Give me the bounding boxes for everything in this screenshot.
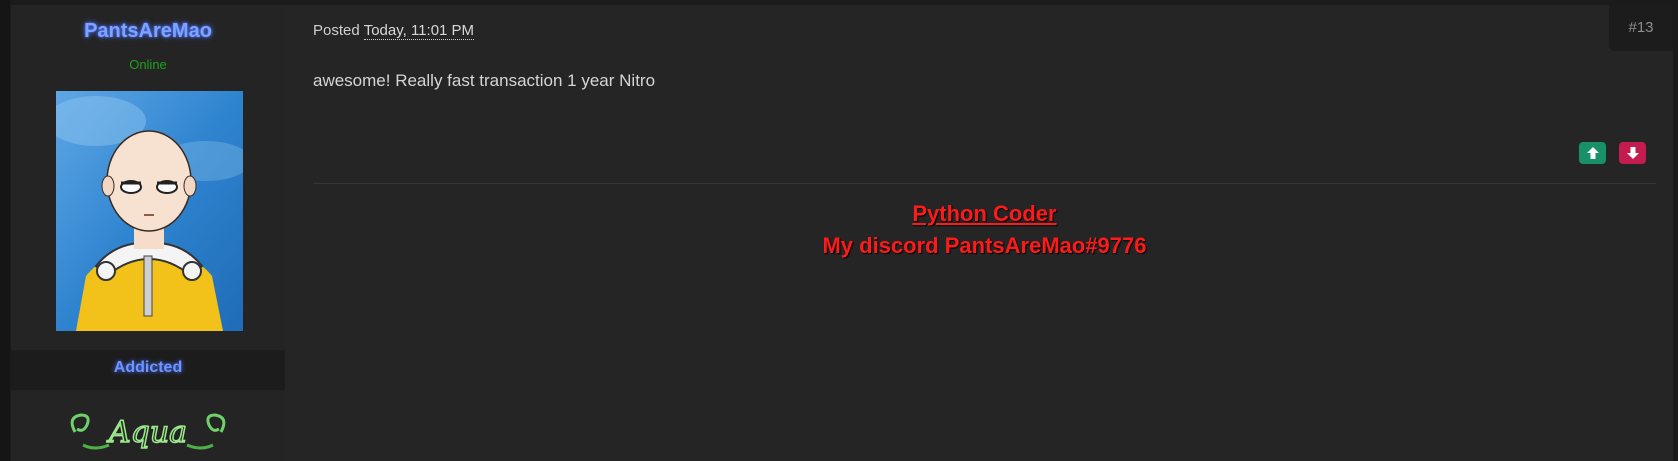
post-meta: Posted Today, 11:01 PM (313, 22, 475, 40)
post-number[interactable]: #13 (1609, 5, 1673, 51)
author-rank: Addicted (113, 359, 183, 376)
posted-label: Posted (313, 22, 360, 39)
author-online-status: Online (129, 57, 167, 72)
forum-post: PantsAreMao Online Addicted Aqua Posted … (0, 0, 1678, 461)
post-content: Posted Today, 11:01 PM #13 awesome! Reall… (285, 5, 1673, 461)
author-username[interactable]: PantsAreMao (11, 20, 285, 43)
rank-badge-image: Aqua (70, 413, 226, 451)
author-avatar[interactable] (56, 91, 243, 331)
vote-down-button[interactable] (1619, 142, 1646, 164)
author-rank-bar: Addicted (11, 350, 285, 390)
post-author-panel: PantsAreMao Online Addicted Aqua (11, 5, 285, 461)
signature-link[interactable]: Python Coder (912, 201, 1056, 226)
arrow-up-icon (1586, 147, 1599, 159)
rank-badge-text: Aqua (106, 415, 187, 450)
avatar-image (56, 91, 243, 331)
outer-border (0, 0, 10, 461)
signature-divider (313, 183, 1656, 184)
post-message: awesome! Really fast transaction 1 year … (313, 71, 656, 90)
signature: Python Coder My discord PantsAreMao#9776 (313, 201, 1656, 259)
outer-border-right (1673, 0, 1678, 461)
signature-discord: My discord PantsAreMao#9776 (822, 233, 1147, 258)
posted-date[interactable]: Today, 11:01 PM (363, 22, 475, 40)
vote-up-button[interactable] (1579, 142, 1606, 164)
arrow-down-icon (1626, 147, 1639, 159)
